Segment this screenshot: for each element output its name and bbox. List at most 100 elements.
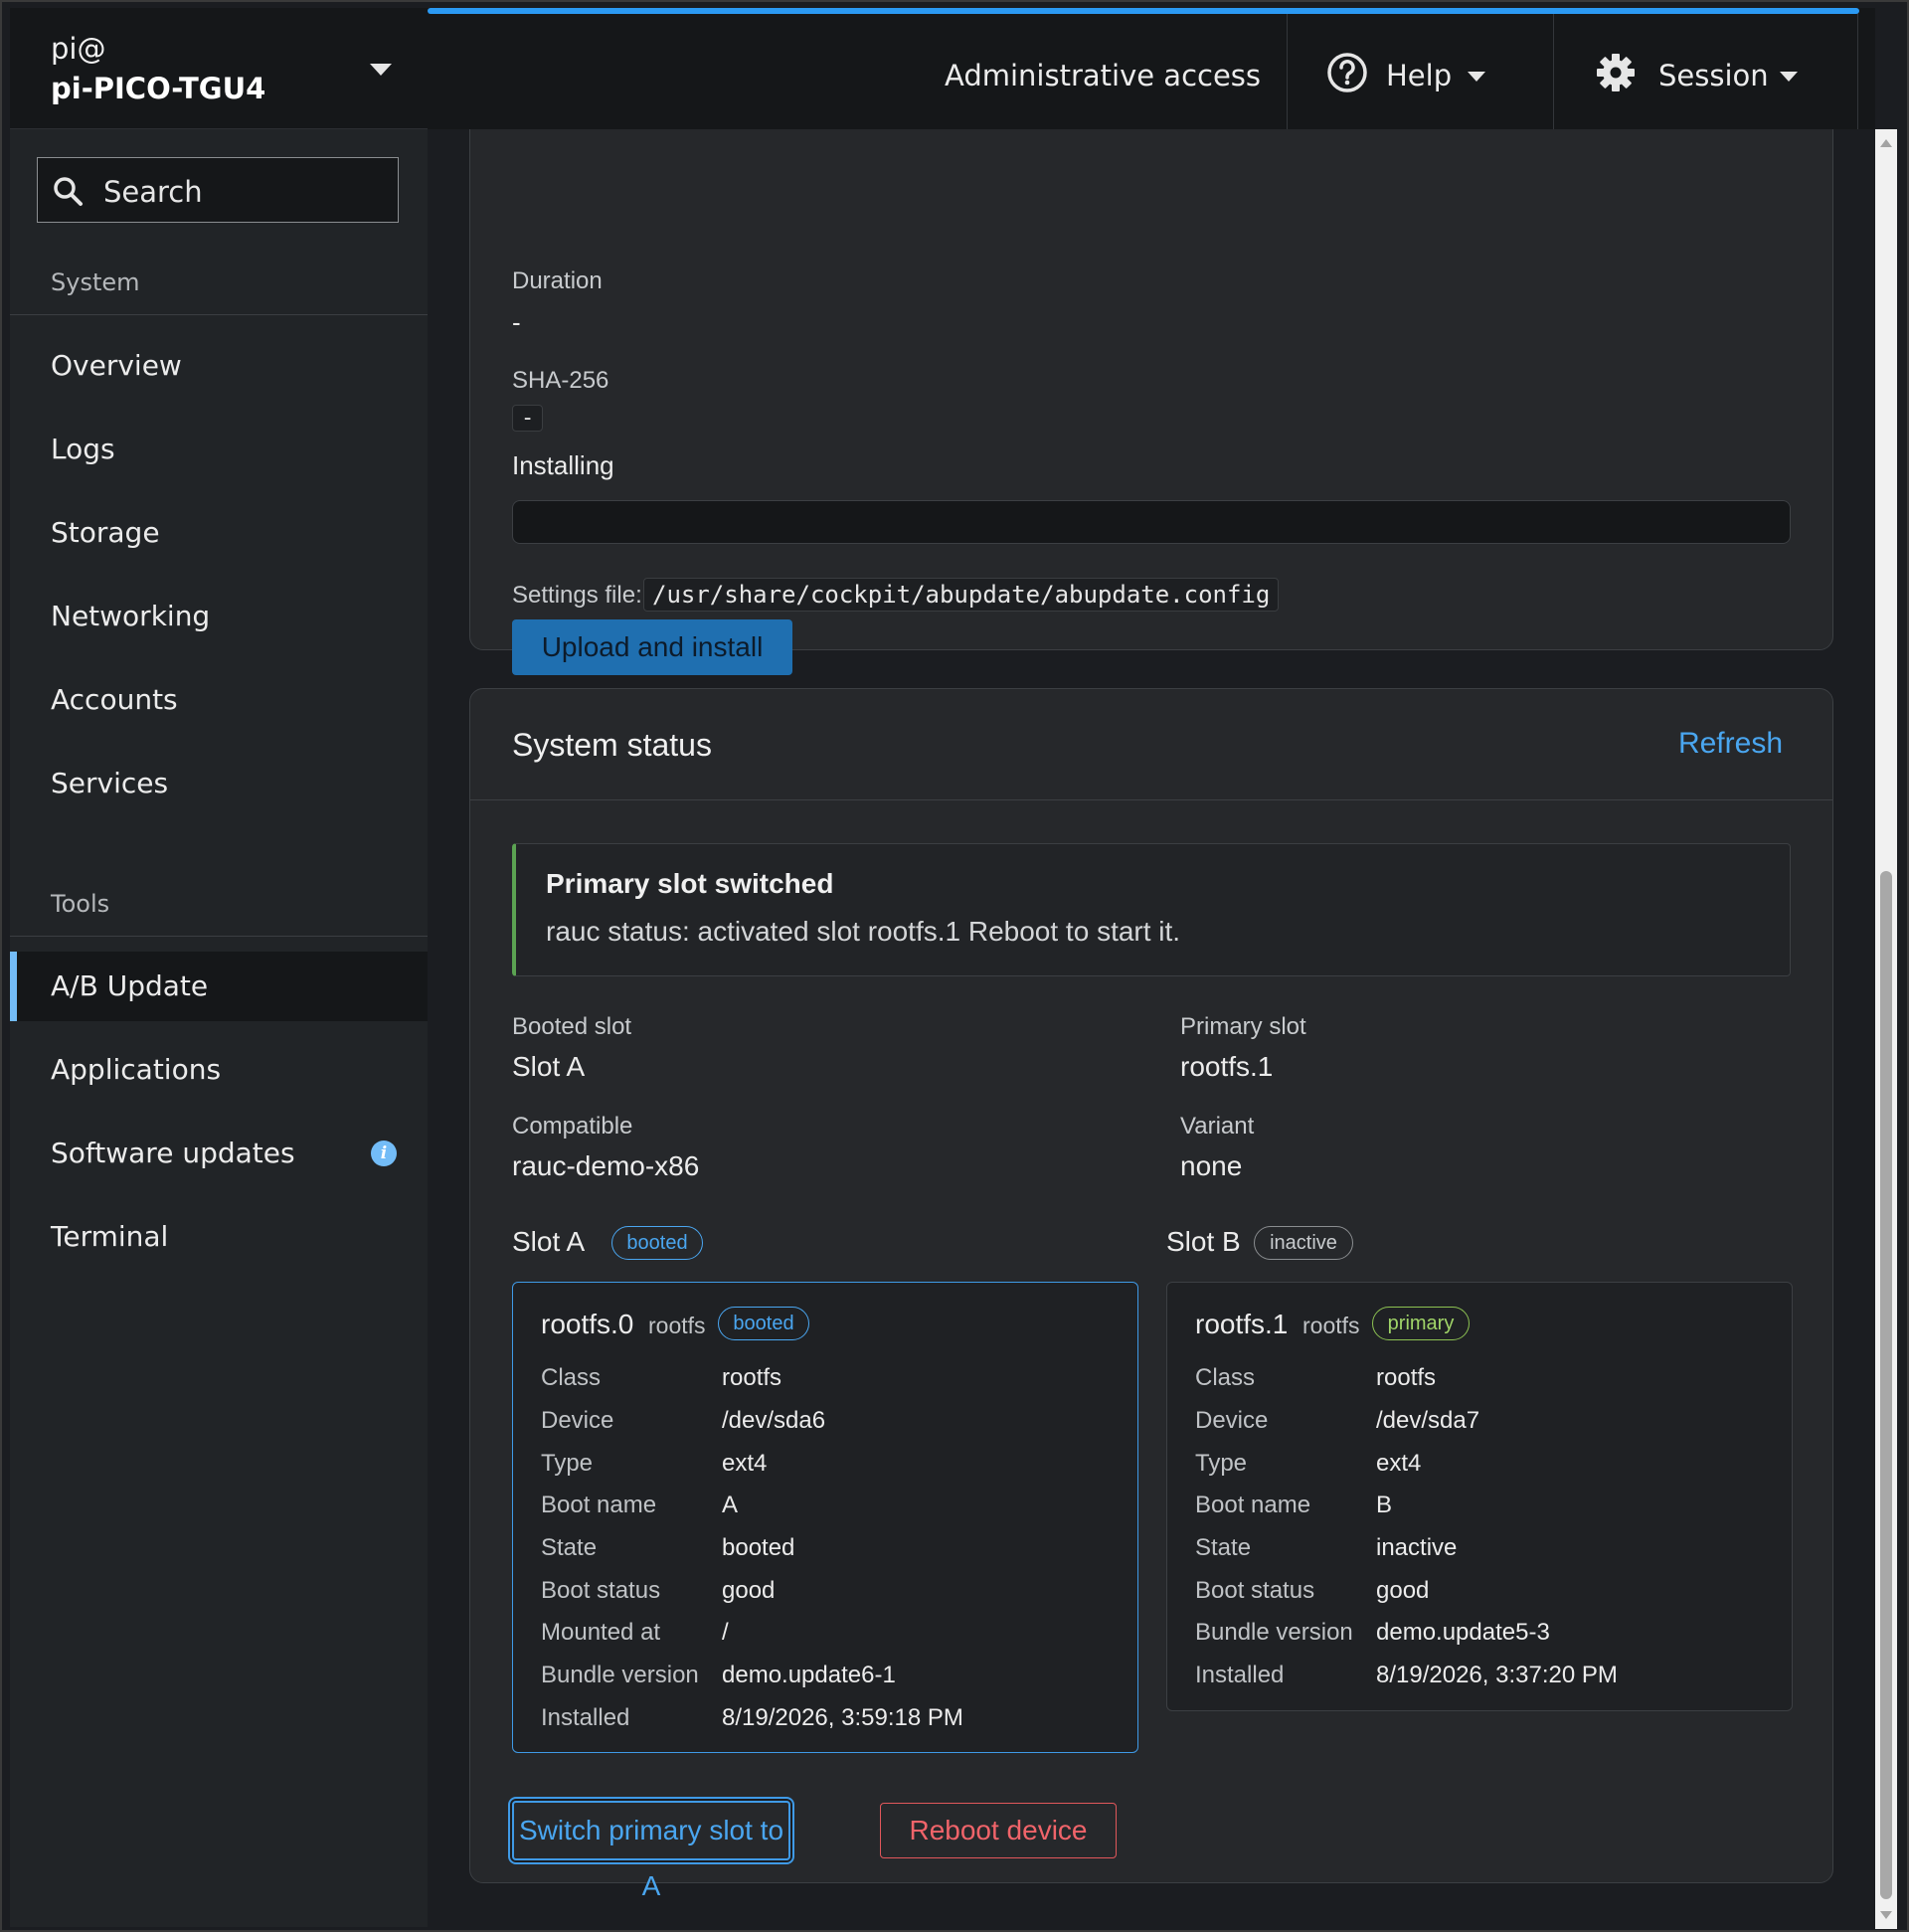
help-icon xyxy=(1327,53,1367,92)
upload-card: Duration - SHA-256 - Installing Settings… xyxy=(469,129,1833,675)
slot-name: rootfs.0 xyxy=(541,1309,634,1339)
slot-b-heading: Slot B xyxy=(1166,1226,1241,1257)
detail-row: Class rootfs xyxy=(541,1364,1118,1398)
detail-row: Boot name A xyxy=(541,1492,1118,1525)
detail-key: Boot name xyxy=(541,1492,657,1518)
sha-label: SHA-256 xyxy=(512,367,609,394)
detail-value: / xyxy=(722,1619,729,1646)
sidebar-item-label: Accounts xyxy=(51,683,178,716)
detail-value: demo.update5-3 xyxy=(1376,1619,1550,1646)
divider xyxy=(10,314,428,315)
detail-key: Type xyxy=(1195,1450,1248,1477)
detail-value: /dev/sda6 xyxy=(722,1407,826,1434)
sidebar-item-label: Applications xyxy=(51,1053,222,1086)
sidebar-item-label: A/B Update xyxy=(51,969,209,1002)
switch-primary-slot-button[interactable]: Switch primary slot to A xyxy=(512,1801,790,1901)
detail-key: State xyxy=(541,1534,598,1561)
variant-value: none xyxy=(1180,1150,1243,1181)
detail-value: B xyxy=(1376,1492,1393,1518)
host-user: pi@ xyxy=(51,32,106,66)
alert-title: Primary slot switched xyxy=(546,868,834,899)
scroll-down-arrow-icon[interactable] xyxy=(1880,1911,1892,1919)
sidebar-item-overview[interactable]: Overview xyxy=(10,331,428,401)
compatible-value: rauc-demo-x86 xyxy=(512,1150,700,1181)
status-badge: inactive xyxy=(1254,1226,1353,1260)
detail-row: Type ext4 xyxy=(1195,1450,1772,1484)
detail-key: Device xyxy=(541,1407,614,1434)
help-menu[interactable]: Help xyxy=(1287,14,1537,129)
sidebar-item-storage[interactable]: Storage xyxy=(10,498,428,568)
detail-key: State xyxy=(1195,1534,1252,1561)
detail-row: Device/dev/sda7 xyxy=(1195,1407,1772,1441)
detail-key: Device xyxy=(1195,1407,1269,1434)
gear-icon xyxy=(1597,54,1635,91)
reboot-device-button[interactable]: Reboot device xyxy=(880,1803,1117,1858)
scroll-up-arrow-icon[interactable] xyxy=(1880,139,1892,147)
detail-row: Installed 8/19/2026, 3:59:18 PM xyxy=(541,1704,1118,1738)
sidebar-item-label: Networking xyxy=(51,600,211,632)
detail-row: Boot status good xyxy=(1195,1577,1772,1611)
info-icon: i xyxy=(371,1141,397,1166)
help-label: Help xyxy=(1386,59,1453,92)
detail-row: Device/dev/sda6 xyxy=(541,1407,1118,1441)
host-switcher[interactable]: pi@ pi-PICO-TGU4 xyxy=(10,8,428,129)
sidebar-item-ab-update[interactable]: A/B Update xyxy=(10,952,428,1021)
sidebar-item-accounts[interactable]: Accounts xyxy=(10,665,428,735)
refresh-link[interactable]: Refresh xyxy=(1678,727,1783,761)
status-badge: primary xyxy=(1372,1307,1470,1340)
primary-slot-value: rootfs.1 xyxy=(1180,1051,1274,1082)
sidebar-item-logs[interactable]: Logs xyxy=(10,415,428,484)
detail-key: Mounted at xyxy=(541,1619,661,1646)
detail-value: good xyxy=(722,1577,776,1604)
upload-install-button[interactable]: Upload and install xyxy=(512,619,792,675)
settings-file-path: /usr/share/cockpit/abupdate/abupdate.con… xyxy=(643,578,1280,612)
detail-key: Bundle version xyxy=(541,1662,699,1688)
scroll-thumb[interactable] xyxy=(1880,871,1892,1899)
chevron-down-icon xyxy=(1468,72,1485,82)
slot-b-card[interactable]: rootfs.1 rootfs primary Class rootfs Devi… xyxy=(1166,1282,1793,1711)
detail-key: Boot status xyxy=(541,1577,661,1604)
search-placeholder: Search xyxy=(103,175,203,209)
detail-value: rootfs xyxy=(1376,1364,1437,1391)
host-name: pi-PICO-TGU4 xyxy=(51,72,266,105)
detail-row: Bundle version demo.update6-1 xyxy=(541,1662,1118,1695)
search-input[interactable]: Search xyxy=(37,157,399,223)
sidebar-item-software-updates[interactable]: Software updates i xyxy=(10,1119,428,1188)
scrollbar[interactable] xyxy=(1875,129,1897,1929)
sidebar-item-label: Logs xyxy=(51,433,115,465)
sidebar-item-applications[interactable]: Applications xyxy=(10,1035,428,1105)
system-status-title: System status xyxy=(512,727,712,763)
detail-key: Boot status xyxy=(1195,1577,1315,1604)
sidebar-item-label: Storage xyxy=(51,516,160,549)
detail-value: good xyxy=(1376,1577,1430,1604)
detail-value: demo.update6-1 xyxy=(722,1662,896,1688)
detail-key: Bundle version xyxy=(1195,1619,1353,1646)
sidebar-item-label: Overview xyxy=(51,349,182,382)
system-status-card: System status Refresh Primary slot switc… xyxy=(469,688,1833,1901)
detail-row: Boot status good xyxy=(541,1577,1118,1611)
detail-row: Class rootfs xyxy=(1195,1364,1772,1398)
slot-class: rootfs xyxy=(1302,1313,1360,1338)
chevron-down-icon xyxy=(1780,72,1798,82)
detail-row: Mounted at / xyxy=(541,1619,1118,1653)
chevron-down-icon[interactable] xyxy=(370,64,392,76)
install-progress-bar xyxy=(512,500,1791,544)
section-title-tools: Tools xyxy=(51,890,110,918)
search-icon xyxy=(54,177,83,206)
detail-key: Class xyxy=(541,1364,602,1391)
admin-access-label: Administrative access xyxy=(945,59,1262,92)
detail-key: Installed xyxy=(1195,1662,1285,1688)
detail-value: /dev/sda7 xyxy=(1376,1407,1480,1434)
sidebar-item-terminal[interactable]: Terminal xyxy=(10,1202,428,1272)
sidebar-item-services[interactable]: Services xyxy=(10,749,428,818)
masthead-edge xyxy=(1859,8,1875,129)
detail-key: Class xyxy=(1195,1364,1256,1391)
slot-a-heading: Slot A xyxy=(512,1226,586,1257)
sidebar-item-networking[interactable]: Networking xyxy=(10,582,428,651)
compatible-label: Compatible xyxy=(512,1113,633,1140)
session-menu[interactable]: Session xyxy=(1553,14,1800,129)
detail-row: State booted xyxy=(541,1534,1118,1568)
slot-a-card[interactable]: rootfs.0 rootfs booted Class rootfs Devic… xyxy=(512,1282,1138,1753)
sidebar-item-label: Services xyxy=(51,767,169,799)
detail-value: 8/19/2026, 3:37:20 PM xyxy=(1376,1662,1618,1688)
